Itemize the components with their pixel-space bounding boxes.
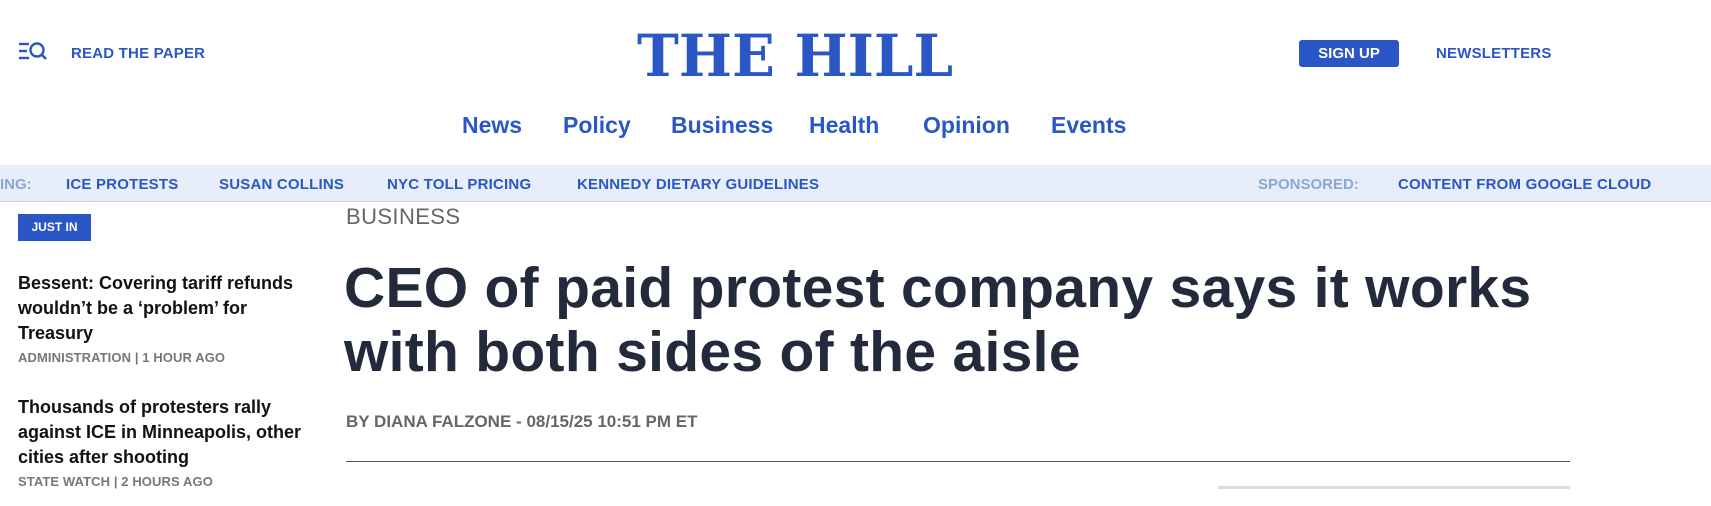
byline-dash: - <box>516 412 522 431</box>
divider <box>346 461 1570 462</box>
list-item: Thousands of protesters rally against IC… <box>18 395 308 489</box>
side-time: 1 HOUR AGO <box>142 350 226 365</box>
meta-separator: | <box>113 474 118 489</box>
trending-link[interactable]: ICE PROTESTS <box>66 176 178 193</box>
trending-bar: ING: ICE PROTESTS SUSAN COLLINS NYC TOLL… <box>0 165 1711 202</box>
trending-link[interactable]: KENNEDY DIETARY GUIDELINES <box>577 176 819 193</box>
trending-label: ING: <box>0 176 32 193</box>
nav-item-health[interactable]: Health <box>809 112 879 139</box>
nav-item-business[interactable]: Business <box>671 112 773 139</box>
side-category[interactable]: STATE WATCH <box>18 474 110 489</box>
meta-separator: | <box>134 350 139 365</box>
trending-link[interactable]: NYC TOLL PRICING <box>387 176 531 193</box>
side-category[interactable]: ADMINISTRATION <box>18 350 131 365</box>
byline: BY DIANA FALZONE - 08/15/25 10:51 PM ET <box>346 412 698 432</box>
site-header: READ THE PAPER THE HILL SIGN UP NEWSLETT… <box>0 0 1711 105</box>
nav-item-events[interactable]: Events <box>1051 112 1126 139</box>
main-nav: News Policy Business Health Opinion Even… <box>0 112 1711 146</box>
list-item: Bessent: Covering tariff refunds wouldn’… <box>18 271 308 365</box>
sponsored-label: SPONSORED: <box>1258 176 1359 193</box>
sponsored-link[interactable]: CONTENT FROM GOOGLE CLOUD <box>1398 176 1651 193</box>
divider <box>1218 486 1570 489</box>
trending-link[interactable]: SUSAN COLLINS <box>219 176 344 193</box>
article-datetime: 08/15/25 10:51 PM ET <box>526 412 698 431</box>
article-section[interactable]: BUSINESS <box>346 204 460 230</box>
menu-search-icon[interactable] <box>18 40 48 64</box>
article-title: CEO of paid protest company says it work… <box>344 256 1532 384</box>
side-headline[interactable]: Bessent: Covering tariff refunds wouldn’… <box>18 271 308 346</box>
nav-item-policy[interactable]: Policy <box>563 112 631 139</box>
logo-text: THE HILL <box>637 22 953 82</box>
site-logo[interactable]: THE HILL <box>635 22 955 82</box>
nav-item-opinion[interactable]: Opinion <box>923 112 1010 139</box>
author-link[interactable]: DIANA FALZONE <box>374 412 511 431</box>
side-meta: STATE WATCH | 2 HOURS AGO <box>18 474 308 489</box>
side-headline[interactable]: Thousands of protesters rally against IC… <box>18 395 308 470</box>
side-time: 2 HOURS AGO <box>121 474 213 489</box>
sign-up-button[interactable]: SIGN UP <box>1299 40 1399 67</box>
read-the-paper-link[interactable]: READ THE PAPER <box>71 45 205 62</box>
byline-prefix: BY <box>346 412 370 431</box>
newsletters-link[interactable]: NEWSLETTERS <box>1436 45 1552 62</box>
just-in-badge: JUST IN <box>18 214 91 241</box>
nav-item-news[interactable]: News <box>462 112 522 139</box>
side-meta: ADMINISTRATION | 1 HOUR AGO <box>18 350 308 365</box>
